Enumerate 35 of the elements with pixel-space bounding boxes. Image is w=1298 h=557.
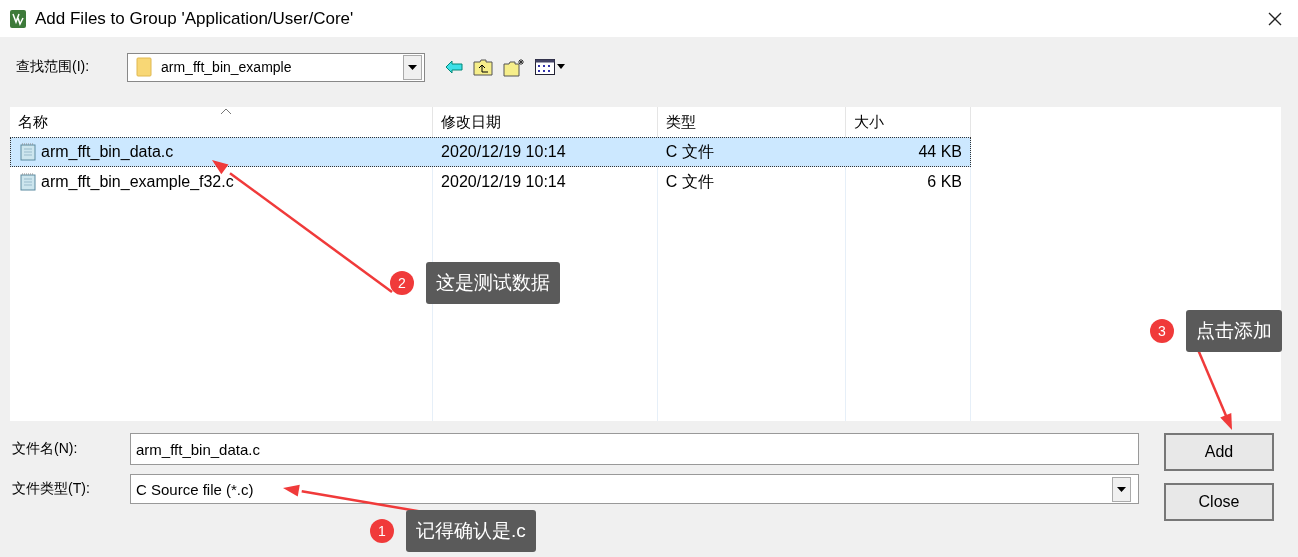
new-folder-icon[interactable] xyxy=(503,57,525,77)
folder-icon xyxy=(136,57,152,77)
file-name-field[interactable]: arm_fft_bin_data.c xyxy=(130,433,1139,465)
view-menu-icon[interactable] xyxy=(535,59,565,75)
add-button[interactable]: Add xyxy=(1164,433,1274,471)
up-folder-icon[interactable] xyxy=(473,58,493,76)
look-in-dropdown[interactable]: arm_fft_bin_example xyxy=(127,52,425,82)
look-in-label: 查找范围(I): xyxy=(16,58,91,76)
file-type: C 文件 xyxy=(665,141,714,162)
file-type-label: 文件类型(T): xyxy=(12,480,91,498)
file-icon xyxy=(19,173,37,191)
file-type: C 文件 xyxy=(665,171,714,192)
file-type-dropdown[interactable]: C Source file (*.c) xyxy=(130,474,1139,504)
modified-date: 2020/12/19 10:14 xyxy=(441,143,566,161)
file-row[interactable]: arm_fft_bin_example_f32.c 2020/12/19 10:14 C 文件 6 KB xyxy=(10,167,971,197)
modified-date: 2020/12/19 10:14 xyxy=(441,173,566,191)
window-title: Add Files to Group 'Application/User/Core' xyxy=(35,8,355,29)
annotation-label: 点击添加 xyxy=(1186,310,1282,352)
back-arrow-icon[interactable] xyxy=(445,60,463,74)
file-name: arm_fft_bin_data.c xyxy=(41,143,174,161)
app-icon xyxy=(10,9,26,28)
file-name: arm_fft_bin_example_f32.c xyxy=(41,173,234,191)
close-icon[interactable] xyxy=(1268,11,1282,26)
annotation-label: 这是测试数据 xyxy=(426,262,560,304)
step-badge: 1 xyxy=(370,519,394,543)
caret-icon xyxy=(408,64,417,70)
file-icon xyxy=(19,143,37,161)
file-name-label: 文件名(N): xyxy=(12,440,79,458)
close-button[interactable]: Close xyxy=(1164,483,1274,521)
caret-icon xyxy=(1117,486,1126,492)
annotation-label: 记得确认是.c xyxy=(406,510,536,552)
sort-caret-icon xyxy=(221,108,231,114)
file-size: 6 KB xyxy=(927,173,962,191)
file-size: 44 KB xyxy=(918,143,962,161)
file-row[interactable]: arm_fft_bin_data.c 2020/12/19 10:14 C 文件 44 KB xyxy=(10,137,971,167)
